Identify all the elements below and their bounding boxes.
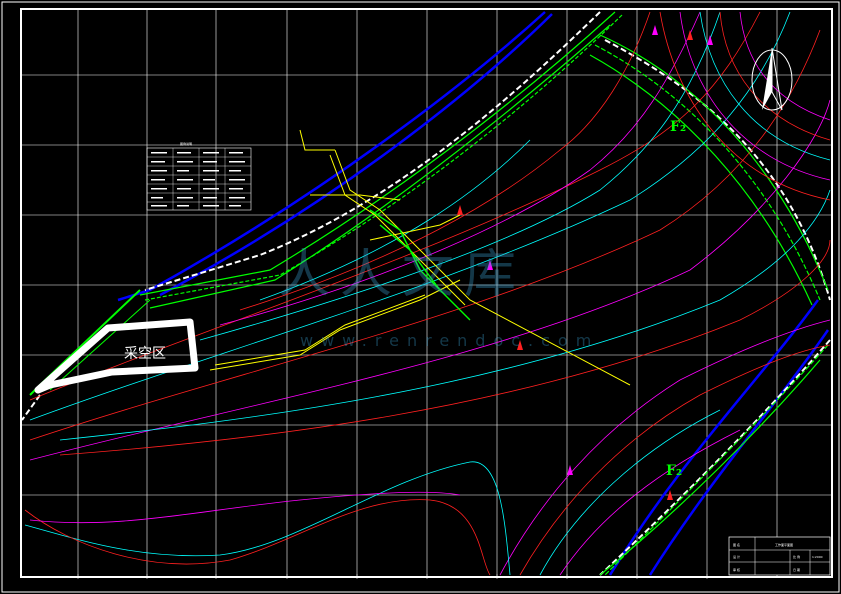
watermark: 人人文库 www.renrendoc.com — [278, 245, 599, 350]
fault-label-upper: F₂ — [670, 119, 686, 135]
fault-label-lower: F₂ — [666, 463, 682, 479]
title-block-row2-label: 设 计 — [733, 554, 740, 559]
north-arrow-icon — [751, 47, 793, 111]
title-block-scale: 1:2000 — [812, 555, 823, 559]
cad-drawing: 采空区 F₂ F₂ 图例说明 人人文库 www.renrendoc.com 图 … — [1, 1, 840, 593]
title-block-row3-value: 日 期 — [793, 567, 800, 572]
title-block-row2-value: 比 例 — [793, 554, 800, 559]
legend-table: 图例说明 — [146, 141, 252, 211]
title-block-drawing-title: 工作面平面图 — [775, 542, 793, 547]
title-block-row3-label: 审 核 — [733, 567, 740, 572]
legend-title: 图例说明 — [180, 141, 192, 146]
goaf-label: 采空区 — [124, 346, 166, 362]
title-block: 图 名 工作面平面图 设 计 比 例 1:2000 审 核 日 期 — [728, 536, 831, 576]
title-block-row1-label: 图 名 — [733, 542, 740, 547]
goaf-area — [34, 318, 199, 394]
watermark-chars: 人人文库 — [278, 245, 526, 305]
watermark-url: www.renrendoc.com — [300, 331, 599, 350]
